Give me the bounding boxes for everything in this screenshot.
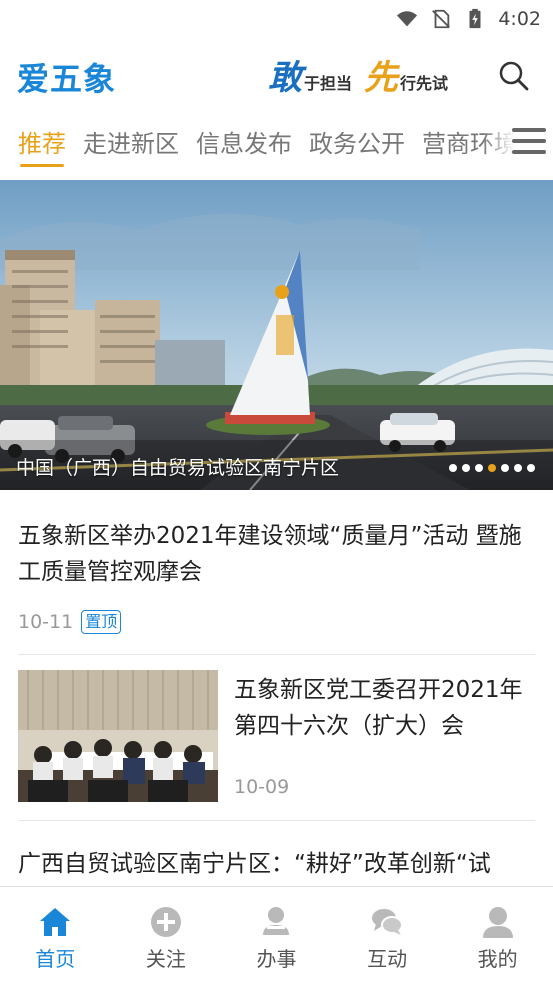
slogan-char-1: 敢 [268,58,302,98]
tabs-track: 推荐 走进新区 信息发布 政务公开 营商环境 [18,124,518,169]
battery-charging-icon [469,8,481,29]
carousel-dot-active[interactable] [488,464,496,472]
carousel-dots [449,464,535,472]
nav-home[interactable]: 首页 [10,887,100,984]
slogan: 敢 于担当 先 行先试 [268,50,448,100]
chat-icon [372,909,404,935]
nav-label: 互动 [367,947,408,971]
carousel-dot[interactable] [475,464,483,472]
carousel-dot[interactable] [449,464,457,472]
divider [18,820,535,821]
news-date: 10-11 [18,611,74,633]
carousel-dot[interactable] [527,464,535,472]
news-title: 广西自贸试验区南宁片区：“耕好”改革创新“试 [18,851,491,877]
news-title: 五象新区举办2021年建设领域“质量月”活动 暨施工质量管控观摩会 [18,523,522,585]
nav-follow[interactable]: 关注 [121,887,211,984]
no-sim-icon [432,9,451,29]
search-icon[interactable] [498,60,530,92]
app-logo: 爱五象 [17,60,117,98]
menu-icon[interactable] [512,128,546,156]
plus-circle-icon [150,907,181,937]
home-icon [40,908,71,936]
nav-label: 办事 [256,947,297,971]
slogan-text-1: 于担当 [304,74,353,93]
nav-service[interactable]: 办事 [231,887,321,984]
app-header: 爱五象 敢 于担当 先 行先试 [0,40,553,112]
bottom-nav: 首页 关注 办事 互动 我的 [0,886,553,984]
banner-carousel[interactable]: 中国（广西）自由贸易试验区南宁片区 [0,180,553,490]
nav-mine[interactable]: 我的 [453,887,543,984]
carousel-dot[interactable] [514,464,522,472]
news-item[interactable]: 广西自贸试验区南宁片区：“耕好”改革创新“试 [18,846,535,882]
wifi-icon [397,11,418,27]
tab-info-release[interactable]: 信息发布 [196,124,292,169]
news-thumbnail [18,670,218,802]
category-tabs: 推荐 走进新区 信息发布 政务公开 营商环境 [0,118,553,170]
divider [18,654,535,655]
nav-label: 首页 [35,947,76,971]
pinned-badge: 置顶 [81,610,122,634]
tab-government-affairs[interactable]: 政务公开 [309,124,405,169]
slogan-char-2: 先 [364,58,399,98]
nav-interact[interactable]: 互动 [342,887,432,984]
status-time: 4:02 [498,8,541,30]
news-date: 10-09 [234,776,290,798]
news-title: 五象新区党工委召开2021年第四十六次（扩大）会 [234,677,523,739]
banner-caption: 中国（广西）自由贸易试验区南宁片区 [16,457,340,479]
news-item[interactable]: 五象新区党工委召开2021年第四十六次（扩大）会 10-09 [18,670,535,802]
slogan-text-2: 行先试 [400,74,449,93]
nav-label: 关注 [145,947,186,971]
nav-label: 我的 [477,947,518,971]
user-icon [482,907,513,938]
news-meta: 10-11 置顶 [18,610,535,634]
carousel-dot[interactable] [501,464,509,472]
tab-enter-new-area[interactable]: 走进新区 [83,124,179,169]
tab-recommend[interactable]: 推荐 [18,124,66,169]
news-item-pinned[interactable]: 五象新区举办2021年建设领域“质量月”活动 暨施工质量管控观摩会 10-11 … [18,518,535,634]
status-bar: 4:02 [0,0,553,38]
service-person-icon [263,907,290,935]
carousel-dot[interactable] [462,464,470,472]
banner-image [0,180,553,490]
